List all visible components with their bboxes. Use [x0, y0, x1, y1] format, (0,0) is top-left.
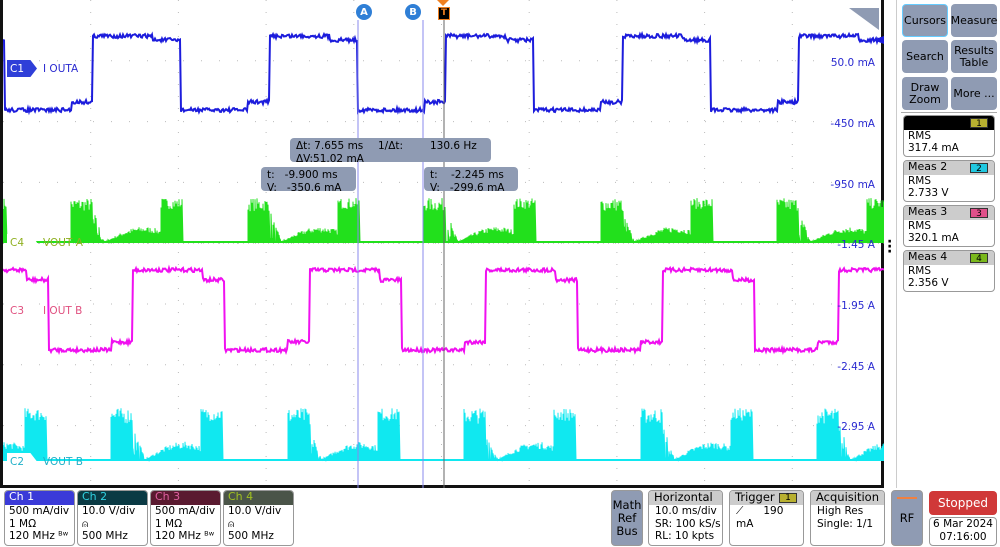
cursor-a-readout: t: -9.900 ms V: -350.6 mA: [261, 167, 356, 194]
scale-label: -450 mA: [830, 118, 875, 130]
side-panel: Cursors Measure Search Results Table Dra…: [896, 0, 1000, 488]
ch2-label[interactable]: C2 VOUT B: [7, 453, 83, 470]
trigger-position-icon: [437, 0, 449, 6]
waveform-canvas: [3, 0, 884, 488]
measurement-4[interactable]: Meas 44 RMS 2.356 V: [903, 250, 995, 292]
cursor-b-handle[interactable]: B: [405, 4, 421, 20]
scale-label: -2.95 A: [837, 421, 875, 433]
cursors-button[interactable]: Cursors: [902, 4, 948, 37]
ch3-label[interactable]: C3 I OUT B: [7, 302, 82, 319]
rf-button[interactable]: RF: [891, 490, 923, 546]
rising-edge-icon: ⟋: [736, 505, 744, 517]
scale-label: 50.0 mA: [830, 57, 875, 69]
more-button[interactable]: More ...: [951, 77, 997, 110]
measure-button[interactable]: Measure: [951, 4, 997, 37]
scale-label: -1.45 A: [837, 239, 875, 251]
scale-label: -2.45 A: [837, 361, 875, 373]
divider: [901, 112, 997, 113]
ch4-settings[interactable]: Ch 4 10.0 V/div ⍝ 500 MHz: [223, 490, 294, 546]
acquisition-settings[interactable]: Acquisition High Res Single: 1/1: [810, 490, 885, 546]
scale-label: -950 mA: [830, 179, 875, 191]
draw-zoom-button[interactable]: Draw Zoom: [902, 77, 948, 110]
scale-label: -1.95 A: [837, 300, 875, 312]
measurement-3[interactable]: Meas 33 RMS 320.1 mA: [903, 205, 995, 247]
ch4-label[interactable]: C4 VOUT A: [7, 234, 83, 251]
trigger-marker[interactable]: T: [438, 7, 450, 20]
probe-icon: ⍝: [82, 517, 89, 530]
measurement-2[interactable]: Meas 22 RMS 2.733 V: [903, 160, 995, 202]
date-time: 6 Mar 2024 07:16:00: [929, 517, 997, 546]
math-ref-bus-button[interactable]: Math Ref Bus: [611, 490, 643, 546]
horizontal-settings[interactable]: Horizontal 10.0 ms/div SR: 100 kS/s RL: 10 …: [648, 490, 723, 546]
ch1-label[interactable]: C1 I OUTA: [7, 60, 78, 77]
ch1-offset-marker: [873, 36, 884, 44]
ch3-settings[interactable]: Ch 3 500 mA/div 1 MΩ 120 MHz ᴮʷ: [150, 490, 221, 546]
measurement-1[interactable]: 1 RMS 317.4 mA: [903, 115, 995, 157]
rf-indicator: [897, 497, 917, 499]
search-button[interactable]: Search: [902, 40, 948, 73]
ch1-settings[interactable]: Ch 1 500 mA/div 1 MΩ 120 MHz ᴮʷ: [4, 490, 75, 546]
panel-resize-handle[interactable]: · · ·: [887, 235, 892, 259]
cursor-b-readout: t: -2.245 ms V: -299.6 mA: [424, 167, 518, 194]
probe-icon: ⍝: [228, 517, 235, 530]
run-stop-status[interactable]: Stopped: [929, 491, 997, 515]
cursor-delta-readout: Δt: 7.655 ms 1/Δt: 130.6 Hz ΔV:51.02 mA: [290, 138, 491, 165]
trigger-settings[interactable]: Trigger 1 ⟋ 190 mA: [729, 490, 804, 546]
cursor-a-handle[interactable]: A: [356, 4, 372, 20]
results-table-button[interactable]: Results Table: [951, 40, 997, 73]
ch2-settings[interactable]: Ch 2 10.0 V/div ⍝ 500 MHz: [77, 490, 148, 546]
waveform-display[interactable]: C1 I OUTA C4 VOUT A C3 I OUT B C2 VOUT B…: [0, 0, 884, 488]
